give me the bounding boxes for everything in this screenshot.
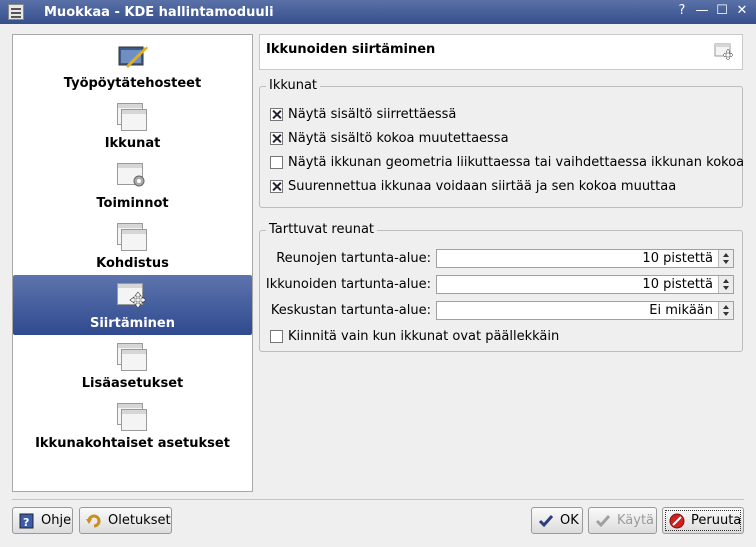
center-snap-row: Keskustan tartunta-alue: Ei mikään <box>260 301 744 321</box>
checkbox-label: Näytä sisältö kokoa muutettaessa <box>288 131 509 146</box>
snap-overlap-checkbox[interactable]: Kiinnitä vain kun ikkunat ovat päällekkä… <box>270 329 559 344</box>
help-icon[interactable]: ? <box>674 3 690 19</box>
sidebar-item-desktop-effects[interactable]: Työpöytätehosteet <box>13 35 252 95</box>
title-bar[interactable]: Muokkaa - KDE hallintamoduuli ? — ☐ ✕ <box>0 0 756 24</box>
apply-button-label: Käytä <box>617 513 655 528</box>
sidebar-item-label: Kohdistus <box>96 256 169 271</box>
spinbox-value: 10 pistettä <box>642 251 713 266</box>
undo-icon <box>86 513 102 529</box>
group-legend: Tarttuvat reunat <box>266 222 378 237</box>
checkbox-box[interactable] <box>270 156 283 169</box>
sidebar-item-label: Toiminnot <box>96 196 169 211</box>
spinbox-value: 10 pistettä <box>642 277 713 292</box>
window-snap-label: Ikkunoiden tartunta-alue: <box>265 277 431 292</box>
module-header: Ikkunoiden siirtäminen <box>259 34 743 70</box>
actions-icon <box>117 161 149 193</box>
checkbox-label: Näytä sisältö siirrettäessä <box>288 107 457 122</box>
center-snap-spinbox[interactable]: Ei mikään <box>436 301 734 320</box>
defaults-button-label: Oletukset <box>108 513 171 528</box>
module-sidebar: Työpöytätehosteet Ikkunat Toiminnot Kohd… <box>12 34 253 492</box>
sidebar-item-focus[interactable]: Kohdistus <box>13 215 252 275</box>
svg-text:?: ? <box>23 516 29 529</box>
sidebar-item-window-specific[interactable]: Ikkunakohtaiset asetukset <box>13 395 252 455</box>
sidebar-item-advanced[interactable]: Lisäasetukset <box>13 335 252 395</box>
sidebar-item-label: Ikkunat <box>104 136 161 151</box>
spin-arrows-icon[interactable] <box>718 302 733 319</box>
close-icon[interactable]: ✕ <box>734 3 750 19</box>
show-content-moving-checkbox[interactable]: Näytä sisältö siirrettäessä <box>270 107 456 122</box>
advanced-icon <box>117 341 149 373</box>
sidebar-item-label: Siirtäminen <box>89 316 175 331</box>
ok-button[interactable]: OK <box>531 507 583 534</box>
spin-arrows-icon[interactable] <box>718 276 733 293</box>
cancel-icon <box>669 513 685 529</box>
group-legend: Ikkunat <box>266 78 321 93</box>
checkmark-icon <box>595 513 611 529</box>
snap-zones-group: Tarttuvat reunat Reunojen tartunta-alue:… <box>259 222 744 352</box>
window-specific-icon <box>117 401 149 433</box>
help-button[interactable]: ? Ohje <box>12 507 73 534</box>
help-button-label: Ohje <box>41 513 72 528</box>
checkbox-label: Suurennettua ikkunaa voidaan siirtää ja … <box>288 179 677 194</box>
border-snap-spinbox[interactable]: 10 pistettä <box>436 249 734 268</box>
window-controls: ? — ☐ ✕ <box>674 3 750 19</box>
apply-button[interactable]: Käytä <box>588 507 657 534</box>
cancel-button-label: Peruuta <box>691 513 742 528</box>
show-content-resizing-checkbox[interactable]: Näytä sisältö kokoa muutettaessa <box>270 131 509 146</box>
window-title: Muokkaa - KDE hallintamoduuli <box>44 4 274 20</box>
border-snap-label: Reunojen tartunta-alue: <box>276 251 431 266</box>
maximize-icon[interactable]: ☐ <box>714 3 730 19</box>
move-window-icon <box>714 43 734 61</box>
sidebar-item-label: Työpöytätehosteet <box>63 76 202 91</box>
spinbox-value: Ei mikään <box>649 303 713 318</box>
checkbox-box[interactable] <box>270 108 283 121</box>
checkmark-icon <box>538 513 554 529</box>
page-title: Ikkunoiden siirtäminen <box>266 42 436 57</box>
minimize-icon[interactable]: — <box>694 3 710 19</box>
checkbox-box[interactable] <box>270 180 283 193</box>
moving-icon <box>117 281 149 313</box>
center-snap-label: Keskustan tartunta-alue: <box>270 303 431 318</box>
checkbox-box[interactable] <box>270 132 283 145</box>
windows-group: Ikkunat Näytä sisältö siirrettäessä Näyt… <box>259 78 744 208</box>
border-snap-row: Reunojen tartunta-alue: 10 pistettä <box>260 249 744 269</box>
sidebar-item-label: Ikkunakohtaiset asetukset <box>35 436 230 451</box>
app-menu-icon[interactable] <box>8 4 24 20</box>
sidebar-item-label: Lisäasetukset <box>81 376 184 391</box>
show-geometry-checkbox[interactable]: Näytä ikkunan geometria liikuttaessa tai… <box>270 155 744 170</box>
focus-icon <box>117 221 149 253</box>
ok-button-label: OK <box>560 513 579 528</box>
defaults-button[interactable]: Oletukset <box>79 507 172 534</box>
cancel-button[interactable]: Peruuta <box>662 507 744 534</box>
spin-arrows-icon[interactable] <box>718 250 733 267</box>
sidebar-item-moving[interactable]: Siirtäminen <box>13 275 252 335</box>
checkbox-box[interactable] <box>270 330 283 343</box>
window-snap-spinbox[interactable]: 10 pistettä <box>436 275 734 294</box>
sidebar-item-windows[interactable]: Ikkunat <box>13 95 252 155</box>
footer-divider <box>12 499 744 500</box>
sidebar-item-actions[interactable]: Toiminnot <box>13 155 252 215</box>
windows-icon <box>117 101 149 133</box>
desktop-effects-icon <box>117 41 149 73</box>
checkbox-label: Kiinnitä vain kun ikkunat ovat päällekkä… <box>288 329 560 344</box>
help-icon: ? <box>19 513 35 529</box>
checkbox-label: Näytä ikkunan geometria liikuttaessa tai… <box>288 155 745 170</box>
window-snap-row: Ikkunoiden tartunta-alue: 10 pistettä <box>260 275 744 295</box>
move-maximized-checkbox[interactable]: Suurennettua ikkunaa voidaan siirtää ja … <box>270 179 676 194</box>
